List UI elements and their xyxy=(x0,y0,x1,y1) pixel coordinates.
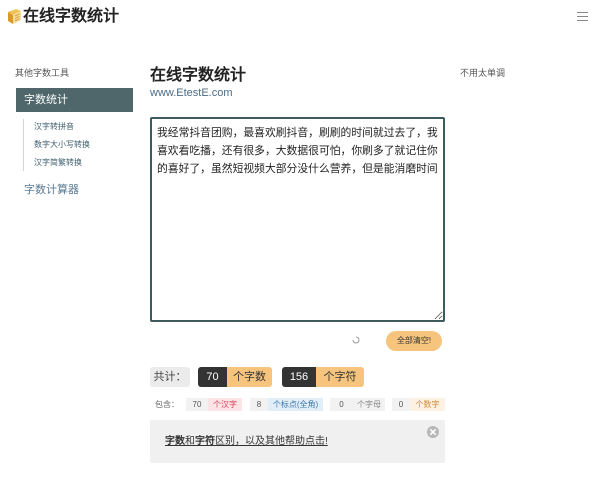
text-input-area[interactable]: 我经常抖音团购，最喜欢刷抖音，刷刷的时间就过去了，我喜欢看吃播，还有很多，大数据… xyxy=(150,117,445,322)
sub-list-divider xyxy=(23,119,24,171)
sidebar-subitem-traditional-simplified[interactable]: 汉字简繁转换 xyxy=(34,158,82,168)
sidebar-heading: 其他字数工具 xyxy=(15,68,70,78)
help-link-rest: 区别，以及其他帮助点击! xyxy=(215,436,328,447)
spinner-icon xyxy=(352,336,360,344)
sidebar-item-calculator[interactable]: 字数计算器 xyxy=(24,184,79,197)
letter-count-value: 0 xyxy=(330,398,353,411)
close-circle-icon[interactable] xyxy=(427,426,439,438)
clear-all-button[interactable]: 全部清空! xyxy=(386,331,442,351)
letter-count-unit: 个字母 xyxy=(353,398,385,411)
total-label: 共计： xyxy=(150,367,190,387)
right-panel-note: 不用太单调 xyxy=(460,68,506,78)
punctuation-count-unit: 个标点(全角) xyxy=(268,398,323,411)
help-link[interactable]: 字数和字符区别，以及其他帮助点击! xyxy=(165,435,328,448)
site-url: www.EtestE.com xyxy=(150,87,233,99)
digit-count-unit: 个数字 xyxy=(410,398,445,411)
hanzi-count-value: 70 xyxy=(186,398,208,411)
book-icon xyxy=(8,9,21,24)
digit-count-value: 0 xyxy=(392,398,410,411)
punctuation-count-value: 8 xyxy=(250,398,268,411)
help-link-char-count: 字符 xyxy=(195,436,215,447)
word-count-unit: 个字数 xyxy=(227,367,272,387)
sidebar-subitem-pinyin[interactable]: 汉字转拼音 xyxy=(34,122,74,132)
site-logo-title[interactable]: 在线字数统计 xyxy=(23,8,119,26)
sidebar-subitem-number-case[interactable]: 数字大小写转换 xyxy=(34,140,90,150)
help-link-and: 和 xyxy=(185,436,195,447)
char-count-value: 156 xyxy=(282,367,316,387)
hamburger-menu-icon[interactable] xyxy=(577,12,588,21)
word-count-value: 70 xyxy=(198,367,227,387)
breakdown-label: 包含： xyxy=(155,400,179,409)
help-link-word-count: 字数 xyxy=(165,436,185,447)
char-count-unit: 个字符 xyxy=(316,367,364,387)
sidebar-item-word-count[interactable]: 字数统计 xyxy=(16,88,133,112)
hanzi-count-unit: 个汉字 xyxy=(208,398,242,411)
help-notice-box: 字数和字符区别，以及其他帮助点击! xyxy=(150,420,445,463)
page-title: 在线字数统计 xyxy=(150,67,247,84)
